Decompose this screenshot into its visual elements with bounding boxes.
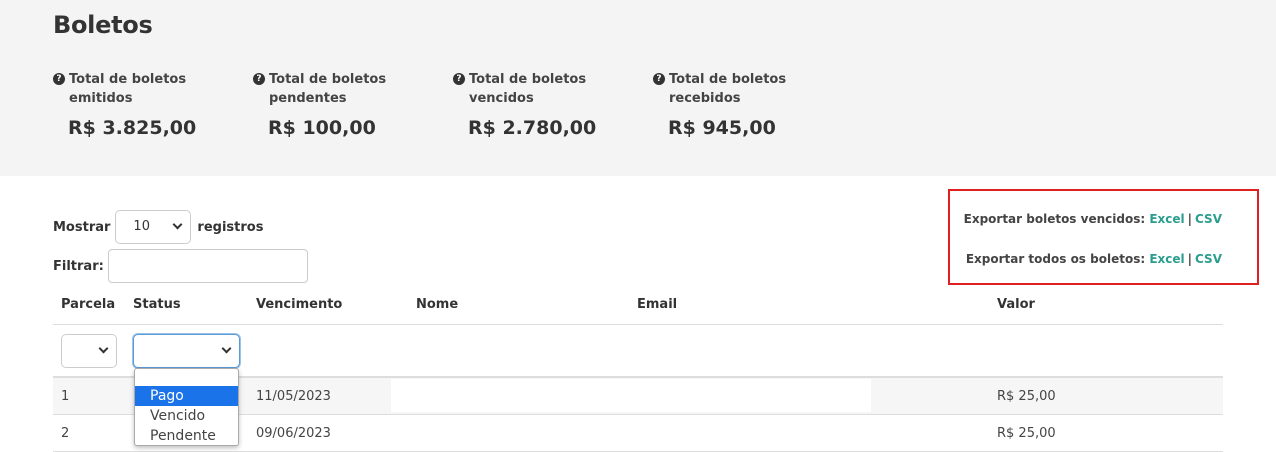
stat-label: Total de boletos vencidos — [469, 72, 587, 106]
export-all-excel-link[interactable]: Excel — [1149, 252, 1184, 266]
chevron-down-icon — [172, 219, 183, 230]
filter-input[interactable] — [107, 249, 308, 283]
separator: | — [1187, 252, 1193, 266]
stat-pendentes: ? Total de boletos pendentes R$ 100,00 — [253, 70, 443, 139]
redacted-area — [391, 379, 871, 412]
help-icon[interactable]: ? — [653, 73, 665, 85]
filter-label: Filtrar: — [53, 258, 104, 274]
export-all-csv-link[interactable]: CSV — [1195, 252, 1222, 266]
column-header-nome[interactable]: Nome — [416, 297, 458, 312]
column-header-status[interactable]: Status — [133, 297, 181, 312]
filter-row: Filtrar: — [53, 249, 308, 283]
export-overdue: Exportar boletos vencidos: Excel | CSV — [964, 212, 1222, 226]
status-option-pendente[interactable]: Pendente — [135, 426, 238, 446]
cell-valor: R$ 25,00 — [997, 426, 1056, 441]
export-panel: Exportar boletos vencidos: Excel | CSV Exp… — [948, 189, 1259, 285]
column-header-vencimento[interactable]: Vencimento — [256, 297, 342, 312]
stat-label: Total de boletos emitidos — [69, 72, 187, 106]
stat-value: R$ 100,00 — [268, 117, 376, 139]
summary-header: Boletos ? Total de boletos emitidos R$ 3.… — [0, 0, 1276, 176]
help-icon[interactable]: ? — [253, 73, 265, 85]
page-length-value: 10 — [133, 219, 150, 234]
status-filter-select[interactable] — [133, 334, 240, 368]
cell-valor: R$ 25,00 — [997, 389, 1056, 404]
export-overdue-csv-link[interactable]: CSV — [1195, 212, 1222, 226]
status-option-vencido[interactable]: Vencido — [135, 406, 238, 426]
stat-recebidos: ? Total de boletos recebidos R$ 945,00 — [653, 70, 843, 139]
cell-parcela: 1 — [61, 389, 70, 404]
stat-emitidos: ? Total de boletos emitidos R$ 3.825,00 — [53, 70, 243, 139]
column-header-parcela[interactable]: Parcela — [61, 297, 115, 312]
parcela-filter-select[interactable] — [61, 334, 117, 368]
export-overdue-excel-link[interactable]: Excel — [1149, 212, 1184, 226]
chevron-down-icon — [221, 343, 232, 354]
help-icon[interactable]: ? — [53, 73, 65, 85]
chevron-down-icon — [98, 343, 109, 354]
column-header-email[interactable]: Email — [637, 297, 677, 312]
length-menu: Mostrar 10 registros — [53, 210, 263, 244]
stat-value: R$ 2.780,00 — [468, 117, 597, 139]
stat-label: Total de boletos pendentes — [269, 72, 387, 106]
status-dropdown-menu: Pago Vencido Pendente — [134, 368, 239, 446]
help-icon[interactable]: ? — [453, 73, 465, 85]
length-suffix: registros — [197, 219, 264, 235]
page-title: Boletos — [53, 11, 153, 39]
stat-value: R$ 945,00 — [668, 117, 776, 139]
stat-label: Total de boletos recebidos — [669, 72, 787, 106]
length-prefix: Mostrar — [53, 219, 111, 235]
cell-vencimento: 11/05/2023 — [256, 389, 331, 404]
export-all: Exportar todos os boletos: Excel | CSV — [966, 252, 1222, 266]
cell-parcela: 2 — [61, 426, 70, 441]
export-all-label: Exportar todos os boletos: — [965, 252, 1146, 266]
status-option-pago[interactable]: Pago — [135, 386, 238, 406]
page-length-select[interactable]: 10 — [115, 210, 192, 244]
export-overdue-label: Exportar boletos vencidos: — [963, 212, 1146, 226]
separator: | — [1187, 212, 1193, 226]
stat-vencidos: ? Total de boletos vencidos R$ 2.780,00 — [453, 70, 643, 139]
column-header-valor[interactable]: Valor — [997, 297, 1035, 312]
stat-value: R$ 3.825,00 — [68, 117, 197, 139]
cell-vencimento: 09/06/2023 — [256, 426, 331, 441]
header-divider — [53, 324, 1223, 325]
